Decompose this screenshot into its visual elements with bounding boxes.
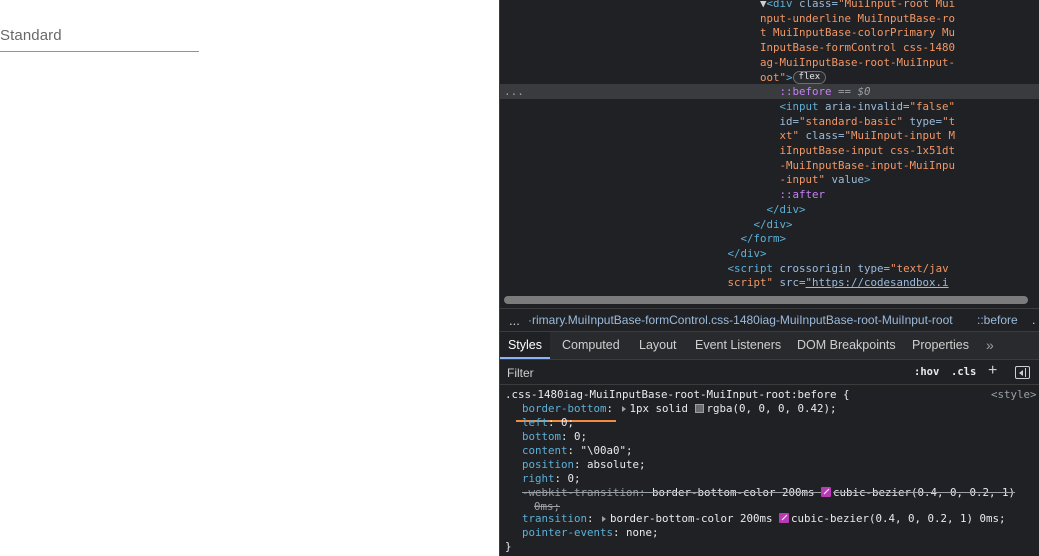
dom-horizontal-scrollbar[interactable]	[500, 293, 1039, 307]
node-actions-icon[interactable]: ...	[504, 84, 524, 99]
tab-dom-breakpoints[interactable]: DOM Breakpoints	[797, 332, 896, 359]
dom-node-line[interactable]: iInputBase-input css-1x51dt	[500, 143, 1039, 158]
flex-badge[interactable]: flex	[792, 71, 827, 84]
scrollbar-thumb[interactable]	[504, 296, 1028, 304]
dom-node-line[interactable]: ▼<div class="MuiInput-root Mui	[500, 0, 1039, 11]
breadcrumb-more[interactable]: ...	[509, 313, 520, 328]
rule-source-link[interactable]: <style>	[991, 388, 1037, 402]
class-toggle[interactable]: .cls	[951, 366, 976, 378]
tab-styles[interactable]: Styles	[500, 332, 550, 359]
dom-node-line[interactable]: </div>	[500, 246, 1039, 261]
bezier-editor-icon[interactable]	[821, 487, 832, 497]
style-property-position[interactable]: position: absolute;	[522, 458, 646, 472]
dom-node-line[interactable]: t MuiInputBase-colorPrimary Mu	[500, 25, 1039, 40]
dom-node-line[interactable]: </div>	[500, 202, 1039, 217]
rule-close-brace: }	[505, 540, 512, 553]
breadcrumb-item-root[interactable]: ·rimary.MuiInputBase-formControl.css-148…	[528, 313, 953, 327]
bezier-editor-icon[interactable]	[779, 513, 790, 523]
expand-shorthand-icon[interactable]	[621, 405, 626, 412]
style-property-webkit-transition[interactable]: -webkit-transition: border-bottom-color …	[522, 486, 1015, 500]
dom-node-line[interactable]: ag-MuiInputBase-root-MuiInput-	[500, 55, 1039, 70]
dom-node-line[interactable]: <script crossorigin type="text/jav	[500, 261, 1039, 276]
dom-node-line[interactable]: id="standard-basic" type="t	[500, 114, 1039, 129]
more-tabs-icon[interactable]: »	[986, 332, 994, 358]
hover-state-toggle[interactable]: :hov	[914, 366, 939, 378]
style-property-border-bottom[interactable]: border-bottom: 1px solid rgba(0, 0, 0, 0…	[522, 402, 837, 416]
elements-dom-tree[interactable]: ▼<div class="MuiInput-root Mui nput-unde…	[500, 0, 1039, 292]
dom-node-line[interactable]: -input" value>	[500, 172, 1039, 187]
dom-node-line[interactable]: script" src="https://codesandbox.i	[500, 275, 1039, 290]
styles-pane: .css-1480iag-MuiInputBase-root-MuiInput-…	[500, 386, 1039, 556]
expand-shorthand-icon[interactable]	[602, 515, 607, 522]
dom-node-line[interactable]: ::after	[500, 187, 1039, 202]
dom-node-line[interactable]: nput-underline MuiInputBase-ro	[500, 11, 1039, 26]
style-property-transition[interactable]: transition: border-bottom-color 200ms cu…	[522, 512, 1006, 526]
tab-event-listeners[interactable]: Event Listeners	[695, 332, 781, 359]
dom-breadcrumb: ... ·rimary.MuiInputBase-formControl.css…	[500, 308, 1039, 332]
rule-selector[interactable]: .css-1480iag-MuiInputBase-root-MuiInput-…	[505, 388, 850, 402]
standard-field-label: Standard	[0, 27, 62, 44]
new-style-rule-icon[interactable]: +	[988, 362, 997, 380]
color-swatch-icon[interactable]	[694, 404, 704, 413]
dom-node-selected[interactable]: ... ::before == $0	[500, 84, 1039, 100]
breadcrumb-trailing: .	[1032, 313, 1036, 327]
styles-filter-input[interactable]	[507, 364, 887, 382]
app-preview: Standard	[0, 0, 499, 556]
devtools-panel: ▼<div class="MuiInput-root Mui nput-unde…	[499, 0, 1039, 556]
dom-node-line[interactable]: xt" class="MuiInput-input M	[500, 128, 1039, 143]
tab-properties[interactable]: Properties	[912, 332, 969, 359]
dom-node-line[interactable]: -MuiInputBase-input-MuiInpu	[500, 158, 1039, 173]
styles-filter-bar: :hov .cls +	[500, 361, 1039, 385]
sidebar-tabs: Styles Computed Layout Event Listeners D…	[500, 332, 1039, 360]
dom-node-line[interactable]: InputBase-formControl css-1480	[500, 40, 1039, 55]
style-property-pointer-events[interactable]: pointer-events: none;	[522, 526, 659, 540]
tab-layout[interactable]: Layout	[639, 332, 677, 359]
style-property-right[interactable]: right: 0;	[522, 472, 581, 486]
dom-node-line[interactable]: <input aria-invalid="false"	[500, 99, 1039, 114]
style-property-bottom[interactable]: bottom: 0;	[522, 430, 587, 444]
toggle-sidebar-icon[interactable]	[1015, 366, 1030, 379]
style-property-left[interactable]: left: 0;	[522, 416, 574, 430]
dom-node-line[interactable]: o/static/js/vendors~app~codemirror	[500, 290, 1039, 292]
breadcrumb-item-before[interactable]: ::before	[977, 313, 1018, 327]
style-property-content[interactable]: content: "\00a0";	[522, 444, 633, 458]
tab-computed[interactable]: Computed	[562, 332, 620, 359]
standard-text-field[interactable]: Standard	[0, 24, 199, 52]
dom-node-line[interactable]: oot"> flex	[500, 70, 1039, 85]
dom-node-line[interactable]: </div>	[500, 217, 1039, 232]
dom-node-line[interactable]: </form>	[500, 231, 1039, 246]
